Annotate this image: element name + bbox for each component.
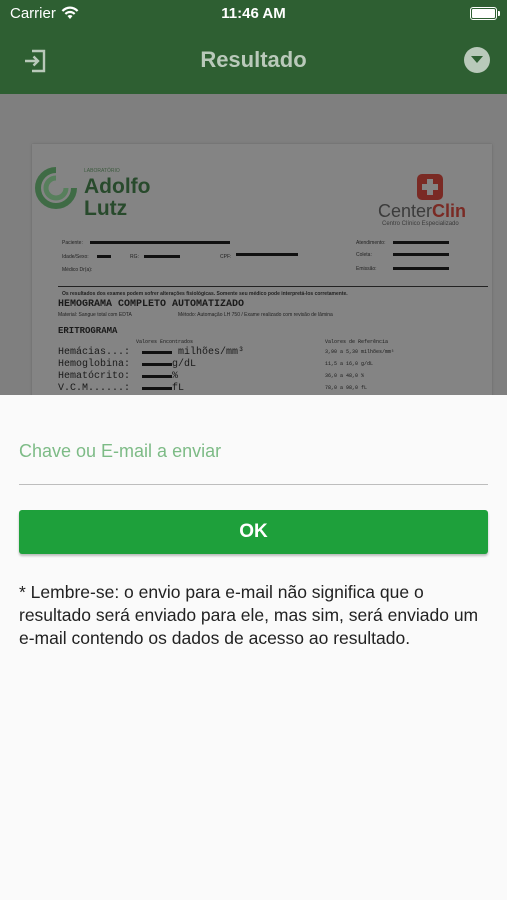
lab-logo-icon	[35, 167, 77, 209]
redaction-bar	[144, 255, 180, 258]
divider	[58, 286, 488, 287]
battery-icon	[470, 7, 500, 20]
chevron-down-icon[interactable]	[464, 47, 490, 73]
send-result-sheet: OK * Lembre-se: o envio para e-mail não …	[0, 395, 507, 900]
exam-title: HEMOGRAMA COMPLETO AUTOMATIZADO	[58, 299, 245, 310]
lab-name-line-1: Adolfo	[84, 175, 151, 198]
row-label: Hematócrito:	[58, 371, 131, 382]
redaction-bar	[142, 387, 172, 390]
result-document-preview: LABORATÓRIO Adolfo Lutz CenterClin Centr…	[0, 94, 507, 395]
row-ref: 3,90 a 5,30 milhões/mm³	[325, 349, 395, 355]
result-document: LABORATÓRIO Adolfo Lutz CenterClin Centr…	[32, 144, 492, 395]
row-label: V.C.M......:	[58, 383, 131, 394]
nav-bar: Resultado	[0, 28, 507, 94]
field-rg: RG:	[130, 254, 139, 260]
lab-small-label: LABORATÓRIO	[84, 168, 120, 174]
redaction-bar	[90, 241, 230, 244]
field-coleta: Coleta:	[356, 252, 372, 258]
reminder-note: * Lembre-se: o envio para e-mail não sig…	[19, 582, 479, 648]
warning-text: Os resultados dos exames podem sofrer al…	[62, 291, 348, 297]
email-field[interactable]	[19, 431, 488, 471]
row-unit: %	[172, 371, 179, 382]
field-paciente: Paciente:	[62, 240, 83, 246]
clinic-name: CenterClin	[378, 201, 466, 222]
col-found-header: Valores Encontrados	[136, 339, 194, 345]
clinic-cross-icon	[417, 174, 443, 200]
redaction-bar	[393, 267, 449, 270]
clinic-name-b: Clin	[432, 201, 467, 221]
redaction-bar	[142, 351, 172, 354]
row-label: Hemoglobina:	[58, 359, 131, 370]
clinic-subtitle: Centro Clínico Especializado	[382, 221, 459, 227]
material-text: Material: Sangue total com EDTA	[58, 312, 132, 318]
redaction-bar	[393, 241, 449, 244]
field-emissao: Emissão:	[356, 266, 377, 272]
section-title: ERITROGRAMA	[58, 326, 118, 336]
redaction-bar	[97, 255, 111, 258]
lab-name: Adolfo Lutz	[84, 176, 150, 220]
col-ref-header: Valores de Referência	[325, 339, 389, 345]
field-idade-sexo: Idade/Sexo:	[62, 254, 89, 260]
row-unit: fL	[172, 383, 185, 394]
redaction-bar	[142, 363, 172, 366]
row-unit: milhões/mm³	[178, 347, 245, 358]
page-title: Resultado	[200, 47, 307, 72]
row-ref: 78,0 a 98,0 fL	[325, 385, 368, 391]
row-unit: g/dL	[172, 359, 197, 370]
row-ref: 36,0 a 48,0 %	[325, 373, 365, 379]
row-ref: 11,5 a 16,0 g/dL	[325, 361, 374, 367]
clock: 11:46 AM	[221, 5, 286, 22]
redaction-bar	[142, 375, 172, 378]
ok-button[interactable]: OK	[19, 510, 488, 554]
field-cpf: CPF:	[220, 254, 232, 260]
redaction-bar	[236, 253, 298, 256]
lab-name-line-2: Lutz	[84, 197, 128, 220]
field-atendimento: Atendimento:	[356, 240, 386, 246]
field-medico: Médico Dr(a):	[62, 267, 93, 273]
email-field-wrapper	[19, 431, 488, 485]
clinic-name-a: Center	[378, 201, 433, 221]
row-label: Hemácias...:	[58, 347, 131, 358]
status-bar: Carrier 11:46 AM	[0, 0, 507, 28]
redaction-bar	[393, 253, 449, 256]
method-text: Método: Automação LH 750 / Exame realiza…	[178, 312, 333, 318]
